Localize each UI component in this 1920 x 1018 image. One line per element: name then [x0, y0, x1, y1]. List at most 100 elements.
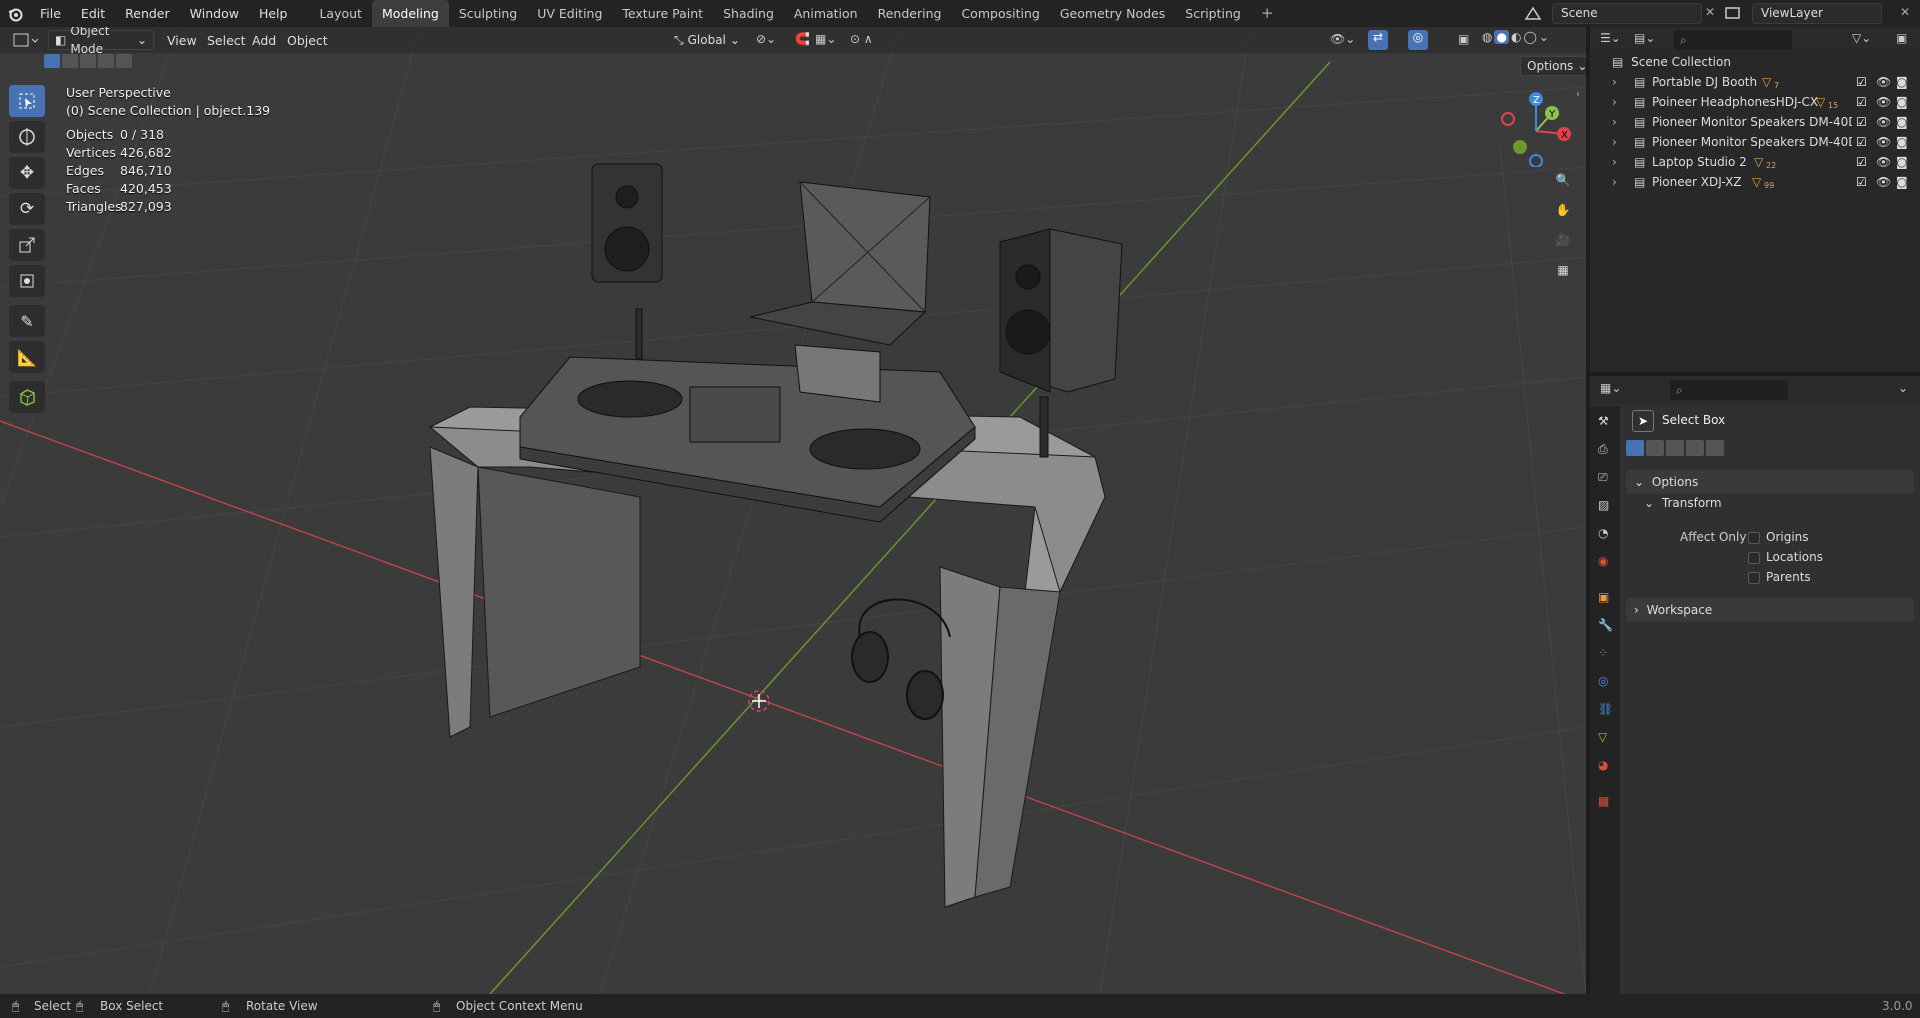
object-menu[interactable]: Object [278, 33, 337, 48]
zoom-icon[interactable]: 🔍 [1550, 167, 1576, 193]
scene-icon[interactable] [1524, 5, 1542, 24]
chevron-down-icon[interactable]: ⌄ [1898, 381, 1908, 395]
outliner-row-monitor-right[interactable]: › ▤ Pioneer Monitor Speakers DM-40D Righ… [1590, 112, 1920, 132]
ortho-grid-icon[interactable]: ▦ [1550, 257, 1576, 283]
snap-icon[interactable]: 🧲 [795, 32, 810, 46]
scene-tab-icon[interactable]: ◔ [1598, 526, 1608, 540]
mode-new-icon[interactable] [1626, 440, 1644, 456]
eye-icon[interactable]: 👁 [1876, 112, 1891, 132]
select-invert-icon[interactable] [98, 54, 114, 68]
sidebar-toggle-icon[interactable]: ‹ [1576, 89, 1580, 100]
camera-render-icon[interactable]: ◙ [1896, 72, 1908, 92]
select-subtract-icon[interactable] [80, 54, 96, 68]
transform-subsection-header[interactable]: ⌄ Transform [1644, 496, 1722, 510]
expand-arrow-icon[interactable]: › [1612, 172, 1617, 192]
exclude-checkbox[interactable]: ☑ [1856, 172, 1867, 192]
cursor-tool-icon[interactable] [9, 121, 45, 153]
exclude-checkbox[interactable]: ☑ [1856, 92, 1867, 112]
xray-icon[interactable]: ▣ [1458, 32, 1469, 46]
navigation-gizmo[interactable]: X Y Z [1496, 87, 1576, 167]
parents-checkbox[interactable]: Parents [1748, 570, 1811, 584]
outliner-row-headphones[interactable]: › ▤ Poineer HeadphonesHDJ-CX ▽ 15 ☑ 👁 ◙ [1590, 92, 1920, 112]
tab-layout[interactable]: Layout [309, 0, 372, 27]
tab-uv-editing[interactable]: UV Editing [527, 0, 612, 27]
proportional-edit-icon[interactable]: ⊙ ∧ [850, 32, 873, 46]
data-tab-icon[interactable]: ▽ [1598, 730, 1607, 744]
material-shading-icon[interactable]: ◐ [1511, 30, 1521, 44]
blender-logo-icon[interactable] [0, 0, 30, 27]
scene-selector[interactable]: Scene [1552, 3, 1702, 24]
annotate-tool-icon[interactable]: ✎ [9, 305, 45, 337]
add-workspace-button[interactable]: + [1251, 0, 1284, 27]
tab-modeling[interactable]: Modeling [371, 0, 449, 27]
mode-invert-icon[interactable] [1686, 440, 1704, 456]
rotate-tool-icon[interactable]: ⟳ [9, 193, 45, 225]
wireframe-shading-icon[interactable]: ◍ [1482, 30, 1492, 44]
outliner-editor-type-icon[interactable]: ☰⌄ [1600, 31, 1621, 45]
menu-edit[interactable]: Edit [71, 0, 115, 27]
object-mode-dropdown[interactable]: ◧ Object Mode ⌄ [48, 27, 154, 56]
outliner-row-xdj-xz[interactable]: › ▤ Pioneer XDJ-XZ ▽ 99 ☑ 👁 ◙ [1590, 172, 1920, 192]
object-tab-icon[interactable]: ▣ [1598, 590, 1609, 604]
outliner-row-portable-dj-booth[interactable]: › ▤ Portable DJ Booth ▽ 7 ☑ 👁 ◙ [1590, 72, 1920, 92]
camera-render-icon[interactable]: ◙ [1896, 152, 1908, 172]
exclude-checkbox[interactable]: ☑ [1856, 72, 1867, 92]
tool-tab-icon[interactable]: ⚒ [1598, 414, 1609, 428]
properties-search-input[interactable]: ⌕ [1670, 380, 1788, 400]
exclude-checkbox[interactable]: ☑ [1856, 112, 1867, 132]
tab-texture-paint[interactable]: Texture Paint [612, 0, 713, 27]
outliner-search-input[interactable]: ⌕ [1674, 30, 1792, 50]
orientation-dropdown[interactable]: ⤡ Global ⌄ [668, 30, 746, 50]
modifier-tab-icon[interactable]: 🔧 [1598, 618, 1613, 632]
material-tab-icon[interactable]: ◕ [1598, 758, 1608, 772]
tab-compositing[interactable]: Compositing [951, 0, 1049, 27]
expand-arrow-icon[interactable]: › [1612, 92, 1617, 112]
eye-icon[interactable]: 👁 [1876, 92, 1891, 112]
mode-intersect-icon[interactable] [1706, 440, 1724, 456]
filter-icon[interactable]: ▽⌄ [1852, 31, 1871, 45]
particles-tab-icon[interactable]: ⁘ [1598, 646, 1608, 660]
move-tool-icon[interactable]: ✥ [9, 157, 45, 189]
eye-icon[interactable]: 👁 [1876, 152, 1891, 172]
scale-tool-icon[interactable] [9, 229, 45, 261]
constraints-tab-icon[interactable]: ⛓ [1598, 702, 1613, 716]
camera-render-icon[interactable]: ◙ [1896, 92, 1908, 112]
exclude-checkbox[interactable]: ☑ [1856, 132, 1867, 152]
camera-render-icon[interactable]: ◙ [1896, 112, 1908, 132]
snap-target-icon[interactable]: ▦⌄ [815, 32, 836, 46]
eye-icon[interactable]: 👁 [1876, 132, 1891, 152]
mode-extend-icon[interactable] [1646, 440, 1664, 456]
chevron-down-icon[interactable]: ⌄ [1539, 30, 1549, 44]
view-layer-tab-icon[interactable]: ▨ [1598, 498, 1609, 512]
pan-hand-icon[interactable]: ✋ [1550, 197, 1576, 223]
render-tab-icon[interactable]: ⎙ [1598, 442, 1608, 457]
outliner-row-monitor-left[interactable]: › ▤ Pioneer Monitor Speakers DM-40D Left… [1590, 132, 1920, 152]
gizmo-toggle-icon[interactable]: ⇄ [1368, 30, 1388, 50]
new-collection-icon[interactable]: ▣ [1896, 31, 1907, 45]
transform-tool-icon[interactable] [9, 265, 45, 297]
physics-tab-icon[interactable]: ◎ [1598, 674, 1608, 688]
tab-rendering[interactable]: Rendering [868, 0, 952, 27]
select-extend-icon[interactable] [62, 54, 78, 68]
view-layer-selector[interactable]: ViewLayer [1752, 3, 1882, 24]
menu-render[interactable]: Render [115, 0, 180, 27]
tab-scripting[interactable]: Scripting [1175, 0, 1251, 27]
editor-type-icon[interactable] [12, 31, 39, 52]
expand-arrow-icon[interactable]: › [1612, 132, 1617, 152]
options-dropdown[interactable]: Options ⌄ [1520, 56, 1586, 76]
tab-shading[interactable]: Shading [713, 0, 784, 27]
locations-checkbox[interactable]: Locations [1748, 550, 1823, 564]
world-tab-icon[interactable]: ◉ [1598, 554, 1608, 568]
eye-icon[interactable]: 👁 [1876, 172, 1891, 192]
camera-render-icon[interactable]: ◙ [1896, 132, 1908, 152]
3d-viewport[interactable]: ◧ Object Mode ⌄ View Select Add Object ⤡ Gl… [0, 27, 1586, 994]
expand-arrow-icon[interactable]: › [1612, 112, 1617, 132]
scene-close-icon[interactable]: ✕ [1705, 5, 1715, 19]
add-cube-tool-icon[interactable] [9, 381, 45, 413]
properties-editor-type-icon[interactable]: ▦⌄ [1600, 381, 1621, 395]
select-new-icon[interactable] [44, 54, 60, 68]
select-intersect-icon[interactable] [116, 54, 132, 68]
expand-arrow-icon[interactable]: › [1612, 152, 1617, 172]
overlays-toggle-icon[interactable]: ◎ [1408, 30, 1428, 50]
output-tab-icon[interactable]: ⎚ [1598, 470, 1608, 485]
